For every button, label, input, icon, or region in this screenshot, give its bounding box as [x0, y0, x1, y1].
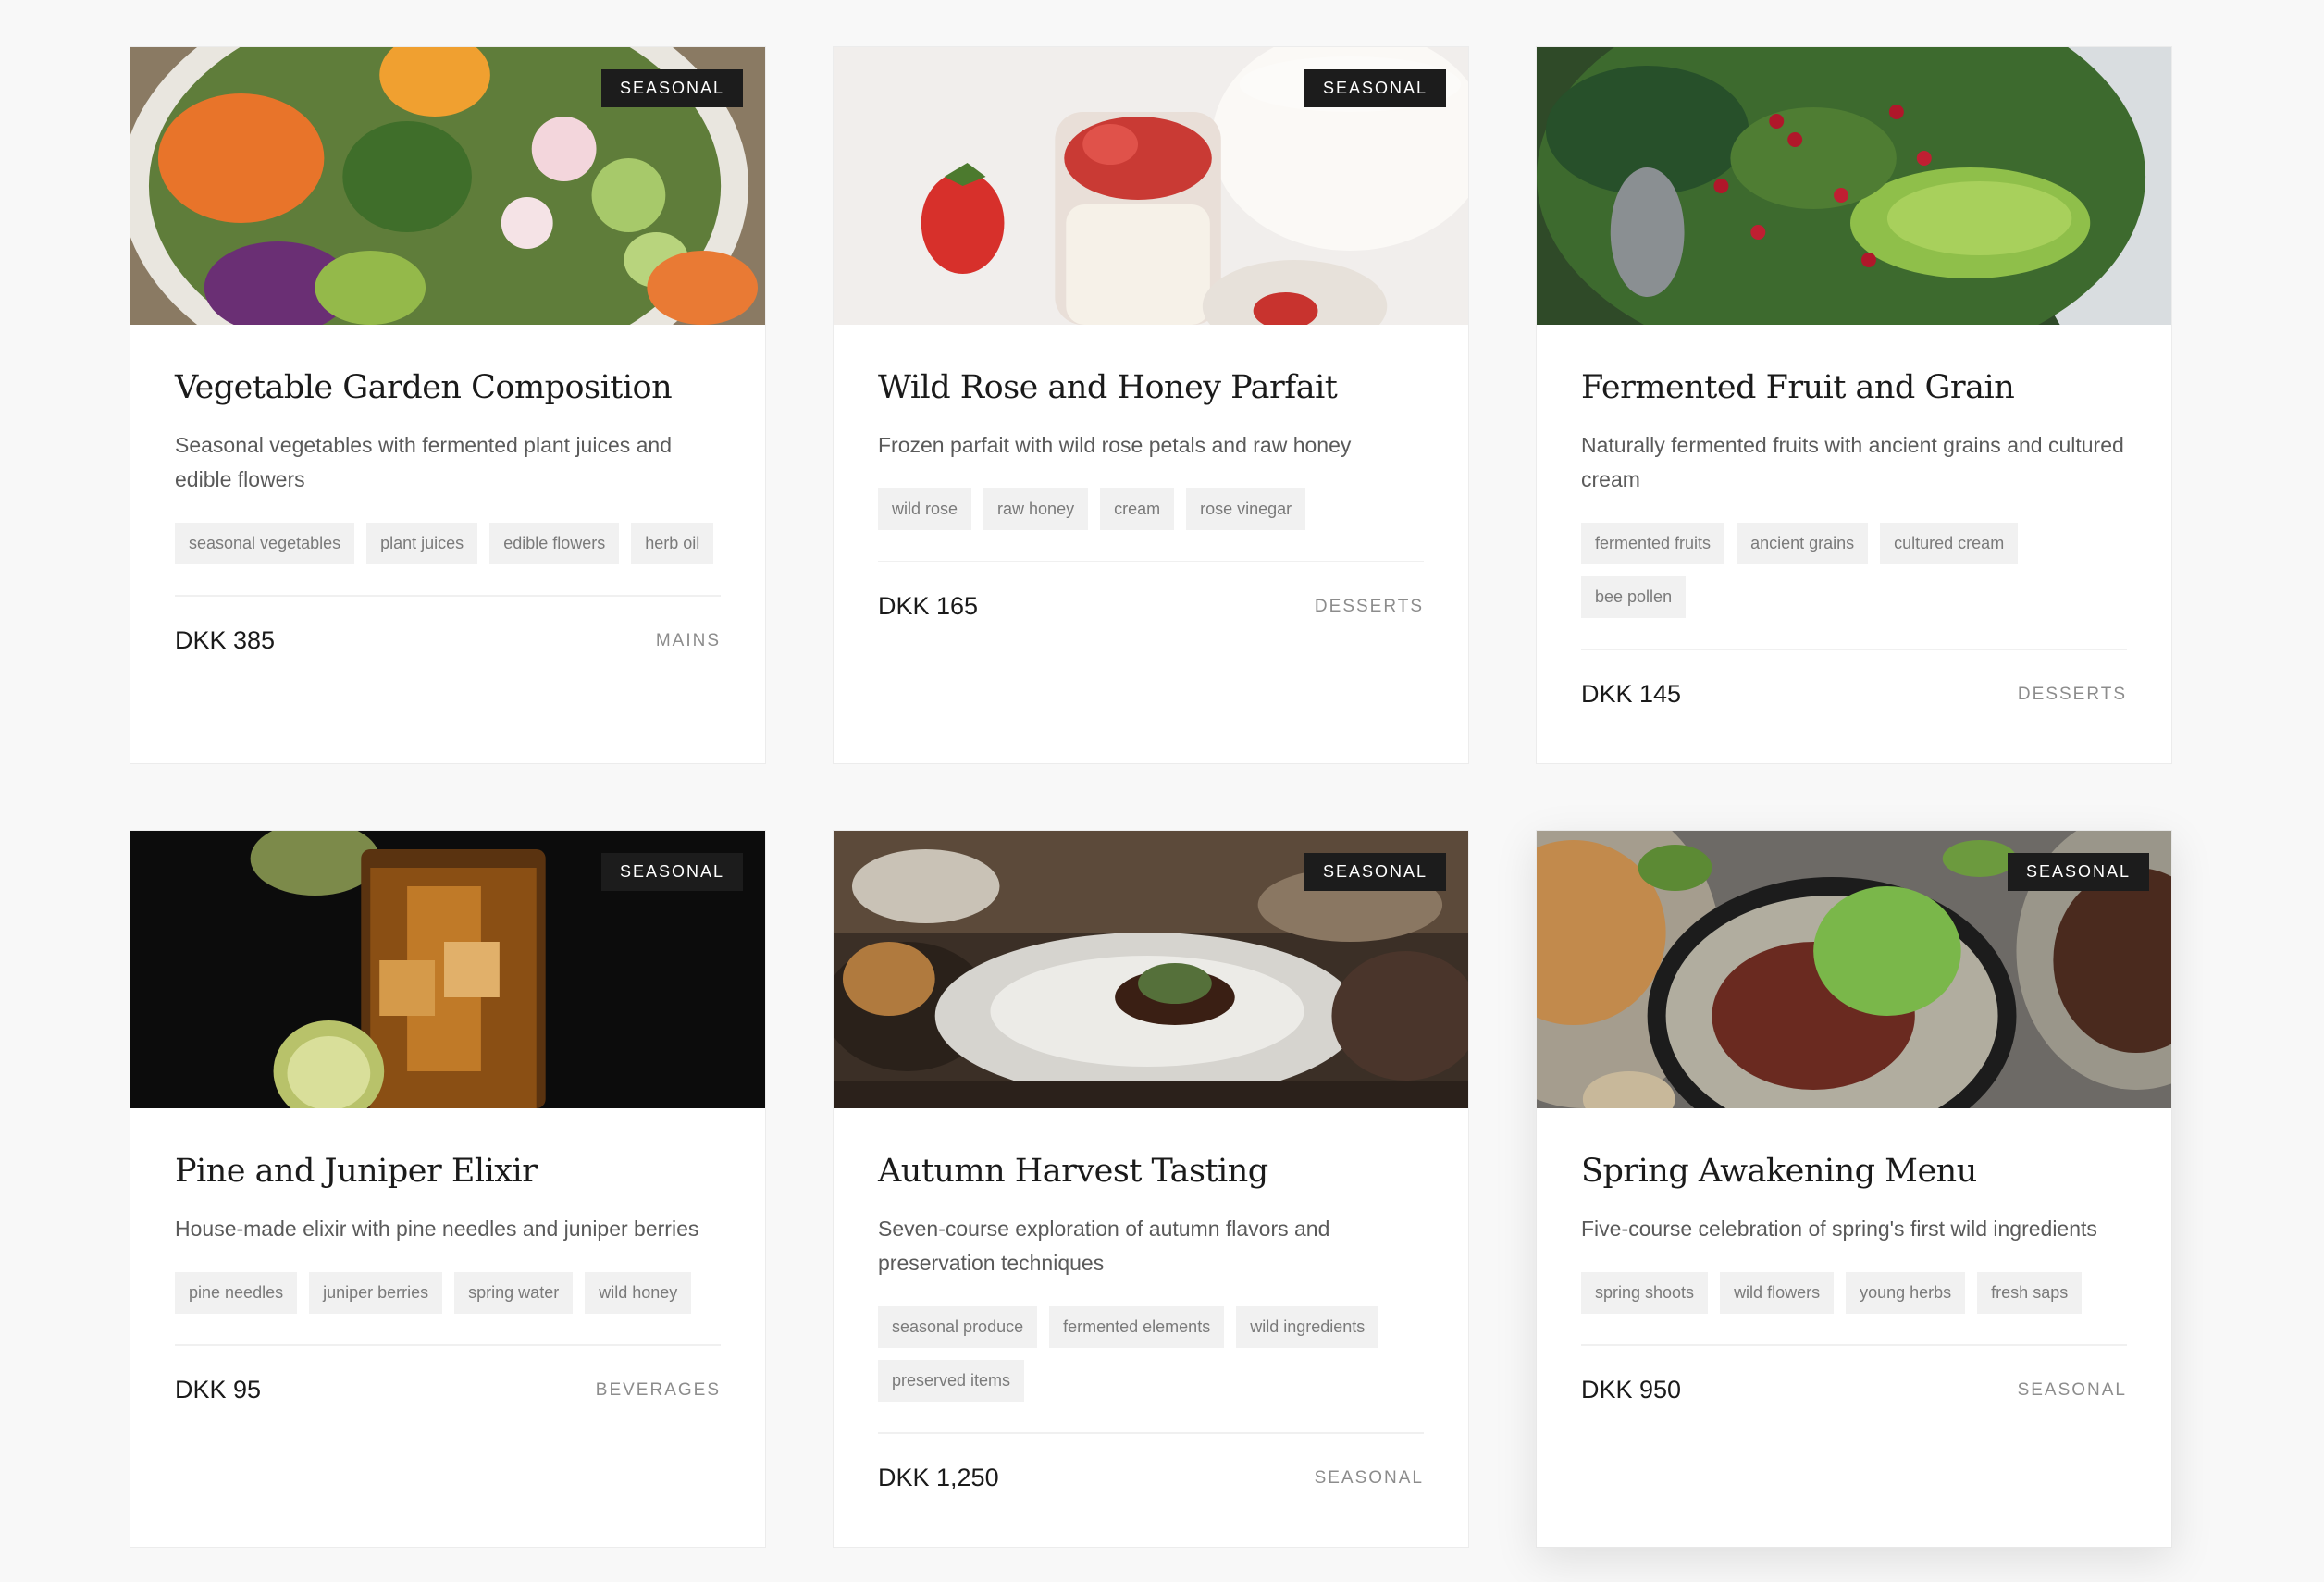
ingredient-tag: young herbs: [1846, 1272, 1966, 1314]
menu-card[interactable]: SEASONAL Pine and Juniper Elixir House-m…: [130, 830, 766, 1548]
category-label: DESSERTS: [2017, 684, 2127, 704]
ingredient-tags: fermented fruits ancient grains cultured…: [1581, 523, 2127, 618]
ingredient-tag: plant juices: [366, 523, 478, 564]
ingredient-tag: spring water: [454, 1272, 574, 1314]
ingredient-tag: edible flowers: [489, 523, 620, 564]
ingredient-tag: bee pollen: [1581, 576, 1687, 618]
seasonal-badge: SEASONAL: [2007, 853, 2149, 891]
price: DKK 1,250: [878, 1464, 999, 1491]
category-label: MAINS: [655, 630, 721, 650]
dish-title[interactable]: Fermented Fruit and Grain: [1581, 369, 2127, 406]
ingredient-tag: fresh saps: [1977, 1272, 2083, 1314]
ingredient-tag: herb oil: [631, 523, 714, 564]
dish-title[interactable]: Vegetable Garden Composition: [175, 369, 721, 406]
dish-title[interactable]: Pine and Juniper Elixir: [175, 1153, 721, 1190]
card-footer: DKK 385 MAINS: [175, 595, 721, 655]
ingredient-tag: cream: [1100, 488, 1175, 530]
ingredient-tags: spring shoots wild flowers young herbs f…: [1581, 1272, 2127, 1314]
dish-description: Seasonal vegetables with fermented plant…: [175, 433, 673, 491]
dish-photo: SEASONAL: [834, 47, 1468, 325]
dish-title[interactable]: Autumn Harvest Tasting: [878, 1153, 1424, 1190]
dish-description: Frozen parfait with wild rose petals and…: [878, 433, 1352, 457]
dish-photo: SEASONAL: [130, 831, 765, 1108]
ingredient-tag: wild rose: [878, 488, 972, 530]
ingredient-tag: wild flowers: [1720, 1272, 1835, 1314]
price: DKK 950: [1581, 1376, 1682, 1403]
seasonal-badge: SEASONAL: [1304, 853, 1446, 891]
dish-description: Five-course celebration of spring's firs…: [1581, 1217, 2097, 1241]
green-salad-image: [1537, 47, 2171, 325]
category-label: BEVERAGES: [595, 1379, 721, 1400]
ingredient-tag: wild honey: [585, 1272, 692, 1314]
ingredient-tags: seasonal vegetables plant juices edible …: [175, 523, 721, 564]
category-label: SEASONAL: [1314, 1467, 1424, 1488]
price: DKK 165: [878, 592, 979, 620]
dish-description: House-made elixir with pine needles and …: [175, 1217, 699, 1241]
ingredient-tag: seasonal vegetables: [175, 523, 355, 564]
category-label: SEASONAL: [2017, 1379, 2127, 1400]
ingredient-tags: wild rose raw honey cream rose vinegar: [878, 488, 1424, 530]
ingredient-tag: preserved items: [878, 1360, 1025, 1402]
ingredient-tags: pine needles juniper berries spring wate…: [175, 1272, 721, 1314]
price: DKK 95: [175, 1376, 262, 1403]
seasonal-badge: SEASONAL: [600, 69, 743, 107]
dish-photo: SEASONAL: [130, 47, 765, 325]
dish-photo: [1537, 47, 2171, 325]
ingredient-tag: seasonal produce: [878, 1306, 1038, 1348]
dish-photo: SEASONAL: [1537, 831, 2171, 1108]
ingredient-tag: ancient grains: [1737, 523, 1869, 564]
ingredient-tag: fermented fruits: [1581, 523, 1725, 564]
category-label: DESSERTS: [1314, 596, 1424, 616]
ingredient-tag: cultured cream: [1880, 523, 2019, 564]
ingredient-tag: raw honey: [983, 488, 1089, 530]
menu-card[interactable]: SEASONAL Vegetable Garden Composition Se…: [130, 46, 766, 764]
menu-card[interactable]: SEASONAL Wild Rose and Honey Parfait Fro…: [833, 46, 1469, 764]
seasonal-badge: SEASONAL: [1304, 69, 1446, 107]
card-footer: DKK 145 DESSERTS: [1581, 649, 2127, 709]
seasonal-badge: SEASONAL: [600, 853, 743, 891]
price: DKK 385: [175, 626, 276, 654]
dish-photo: SEASONAL: [834, 831, 1468, 1108]
ingredient-tag: juniper berries: [309, 1272, 443, 1314]
ingredient-tag: fermented elements: [1049, 1306, 1225, 1348]
price: DKK 145: [1581, 680, 1682, 708]
card-footer: DKK 1,250 SEASONAL: [878, 1432, 1424, 1492]
dish-title[interactable]: Wild Rose and Honey Parfait: [878, 369, 1424, 406]
card-footer: DKK 950 SEASONAL: [1581, 1344, 2127, 1404]
menu-card[interactable]: SEASONAL Spring Awakening Menu Five-cour…: [1536, 830, 2172, 1548]
ingredient-tags: seasonal produce fermented elements wild…: [878, 1306, 1424, 1402]
dish-description: Seven-course exploration of autumn flavo…: [878, 1217, 1330, 1275]
ingredient-tag: wild ingredients: [1236, 1306, 1379, 1348]
menu-grid: SEASONAL Vegetable Garden Composition Se…: [130, 46, 2172, 1548]
menu-card[interactable]: SEASONAL Autumn Harvest Tasting Seven-co…: [833, 830, 1469, 1548]
menu-card[interactable]: Fermented Fruit and Grain Naturally ferm…: [1536, 46, 2172, 764]
ingredient-tag: pine needles: [175, 1272, 298, 1314]
dish-description: Naturally fermented fruits with ancient …: [1581, 433, 2124, 491]
card-footer: DKK 95 BEVERAGES: [175, 1344, 721, 1404]
dish-title[interactable]: Spring Awakening Menu: [1581, 1153, 2127, 1190]
card-footer: DKK 165 DESSERTS: [878, 561, 1424, 621]
ingredient-tag: spring shoots: [1581, 1272, 1709, 1314]
ingredient-tag: rose vinegar: [1186, 488, 1306, 530]
